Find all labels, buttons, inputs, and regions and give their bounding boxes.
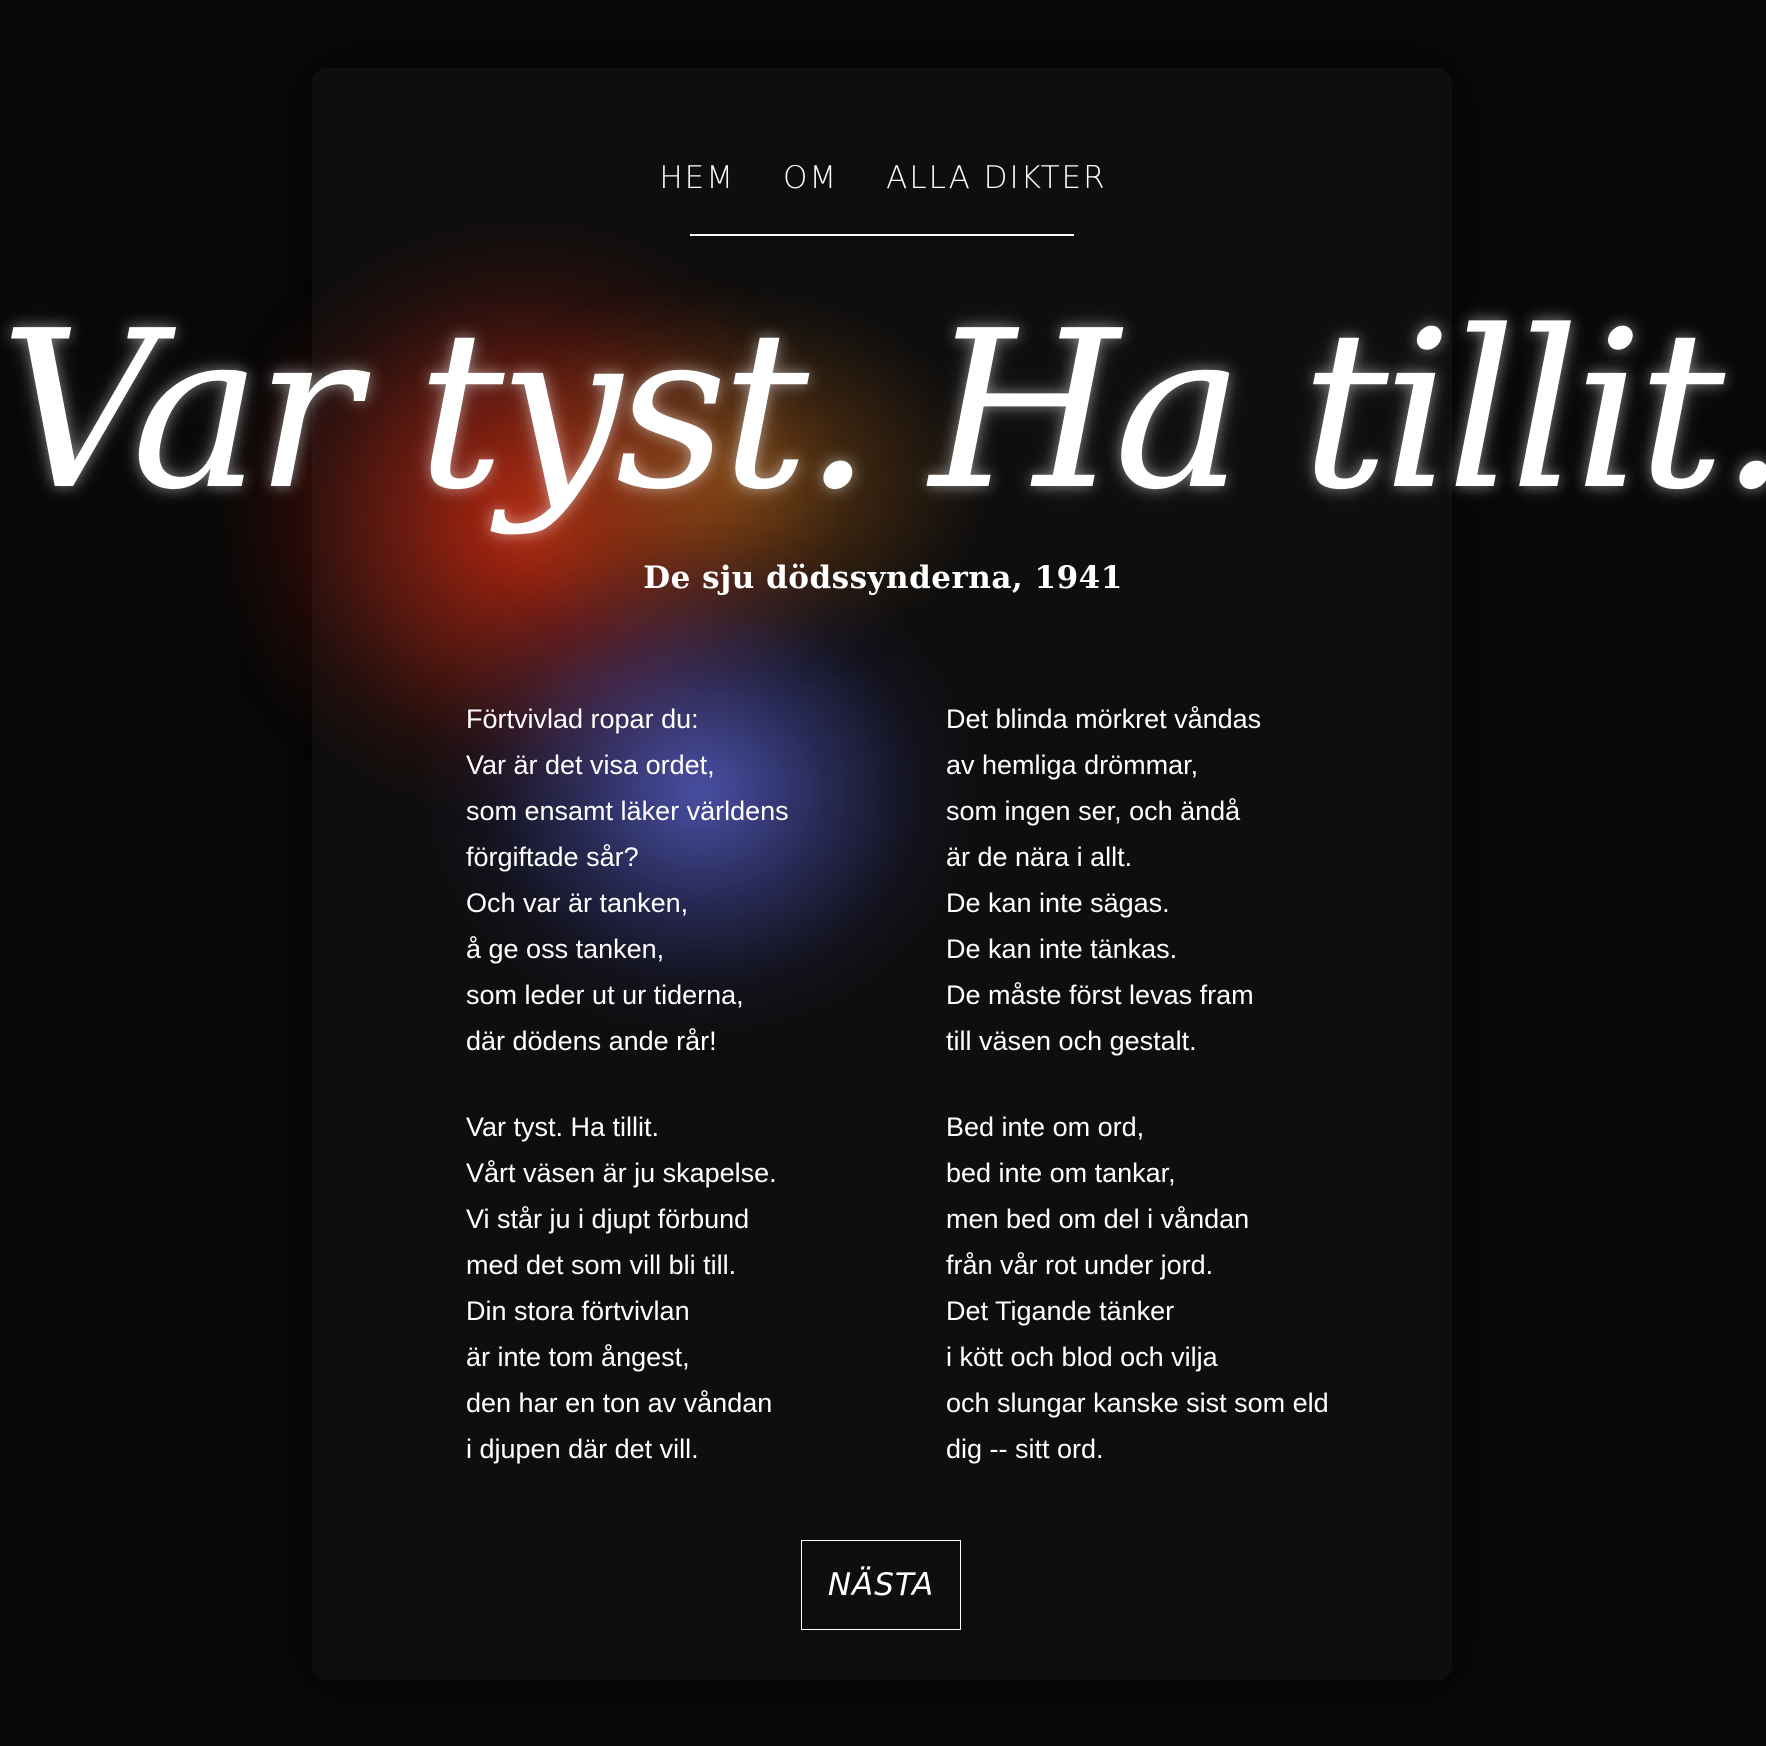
- poem-line: som ensamt läker världens: [466, 796, 789, 826]
- stanza-1: Förtvivlad ropar du: Var är det visa ord…: [466, 696, 789, 1064]
- poem-line: i kött och blod och vilja: [946, 1342, 1218, 1372]
- poem-line: som ingen ser, och ändå: [946, 796, 1241, 826]
- nav-item-om[interactable]: OM: [783, 160, 838, 196]
- poem-line: men bed om del i våndan: [946, 1204, 1250, 1234]
- stanza-4: Bed inte om ord, bed inte om tankar, men…: [946, 1104, 1329, 1472]
- poem-line: Var tyst. Ha tillit.: [466, 1112, 660, 1142]
- poem-line: den har en ton av våndan: [466, 1388, 773, 1418]
- page: HEM OM ALLA DIKTER Var tyst. Ha tillit. …: [0, 0, 1766, 1746]
- poem-line: Förtvivlad ropar du:: [466, 704, 699, 734]
- poem-line: från vår rot under jord.: [946, 1250, 1214, 1280]
- poem-line: där dödens ande rår!: [466, 1026, 717, 1056]
- poem-line: Bed inte om ord,: [946, 1112, 1145, 1142]
- poem-line: De måste först levas fram: [946, 980, 1254, 1010]
- poem-line: Det blinda mörkret våndas: [946, 704, 1262, 734]
- poem-line: som leder ut ur tiderna,: [466, 980, 744, 1010]
- nav-divider: [690, 234, 1074, 236]
- poem-line: De kan inte tänkas.: [946, 934, 1178, 964]
- stanza-3: Var tyst. Ha tillit. Vårt väsen är ju sk…: [466, 1104, 777, 1472]
- poem-source: De sju dödssynderna, 1941: [643, 560, 1123, 596]
- poem-line: Det Tigande tänker: [946, 1296, 1175, 1326]
- poem-line: av hemliga drömmar,: [946, 750, 1199, 780]
- poem-line: å ge oss tanken,: [466, 934, 665, 964]
- nav-item-hem[interactable]: HEM: [659, 160, 735, 196]
- poem-title: Var tyst. Ha tillit.: [0, 285, 1766, 538]
- poem-line: Vårt väsen är ju skapelse.: [466, 1158, 777, 1188]
- poem-line: förgiftade sår?: [466, 842, 639, 872]
- poem-line: och slungar kanske sist som eld: [946, 1388, 1329, 1418]
- stanza-2: Det blinda mörkret våndas av hemliga drö…: [946, 696, 1261, 1064]
- poem-line: med det som vill bli till.: [466, 1250, 737, 1280]
- nav-item-alla-dikter[interactable]: ALLA DIKTER: [886, 160, 1107, 196]
- poem-line: Din stora förtvivlan: [466, 1296, 690, 1326]
- poem-line: är de nära i allt.: [946, 842, 1133, 872]
- poem-line: De kan inte sägas.: [946, 888, 1170, 918]
- poem-line: Och var är tanken,: [466, 888, 689, 918]
- poem-line: Vi står ju i djupt förbund: [466, 1204, 750, 1234]
- poem-line: är inte tom ångest,: [466, 1342, 690, 1372]
- poem-line: dig -- sitt ord.: [946, 1434, 1104, 1464]
- next-button[interactable]: NÄSTA: [801, 1540, 961, 1630]
- poem-line: till väsen och gestalt.: [946, 1026, 1197, 1056]
- main-nav: HEM OM ALLA DIKTER: [0, 160, 1766, 196]
- poem-line: i djupen där det vill.: [466, 1434, 699, 1464]
- poem-line: bed inte om tankar,: [946, 1158, 1176, 1188]
- poem-line: Var är det visa ordet,: [466, 750, 715, 780]
